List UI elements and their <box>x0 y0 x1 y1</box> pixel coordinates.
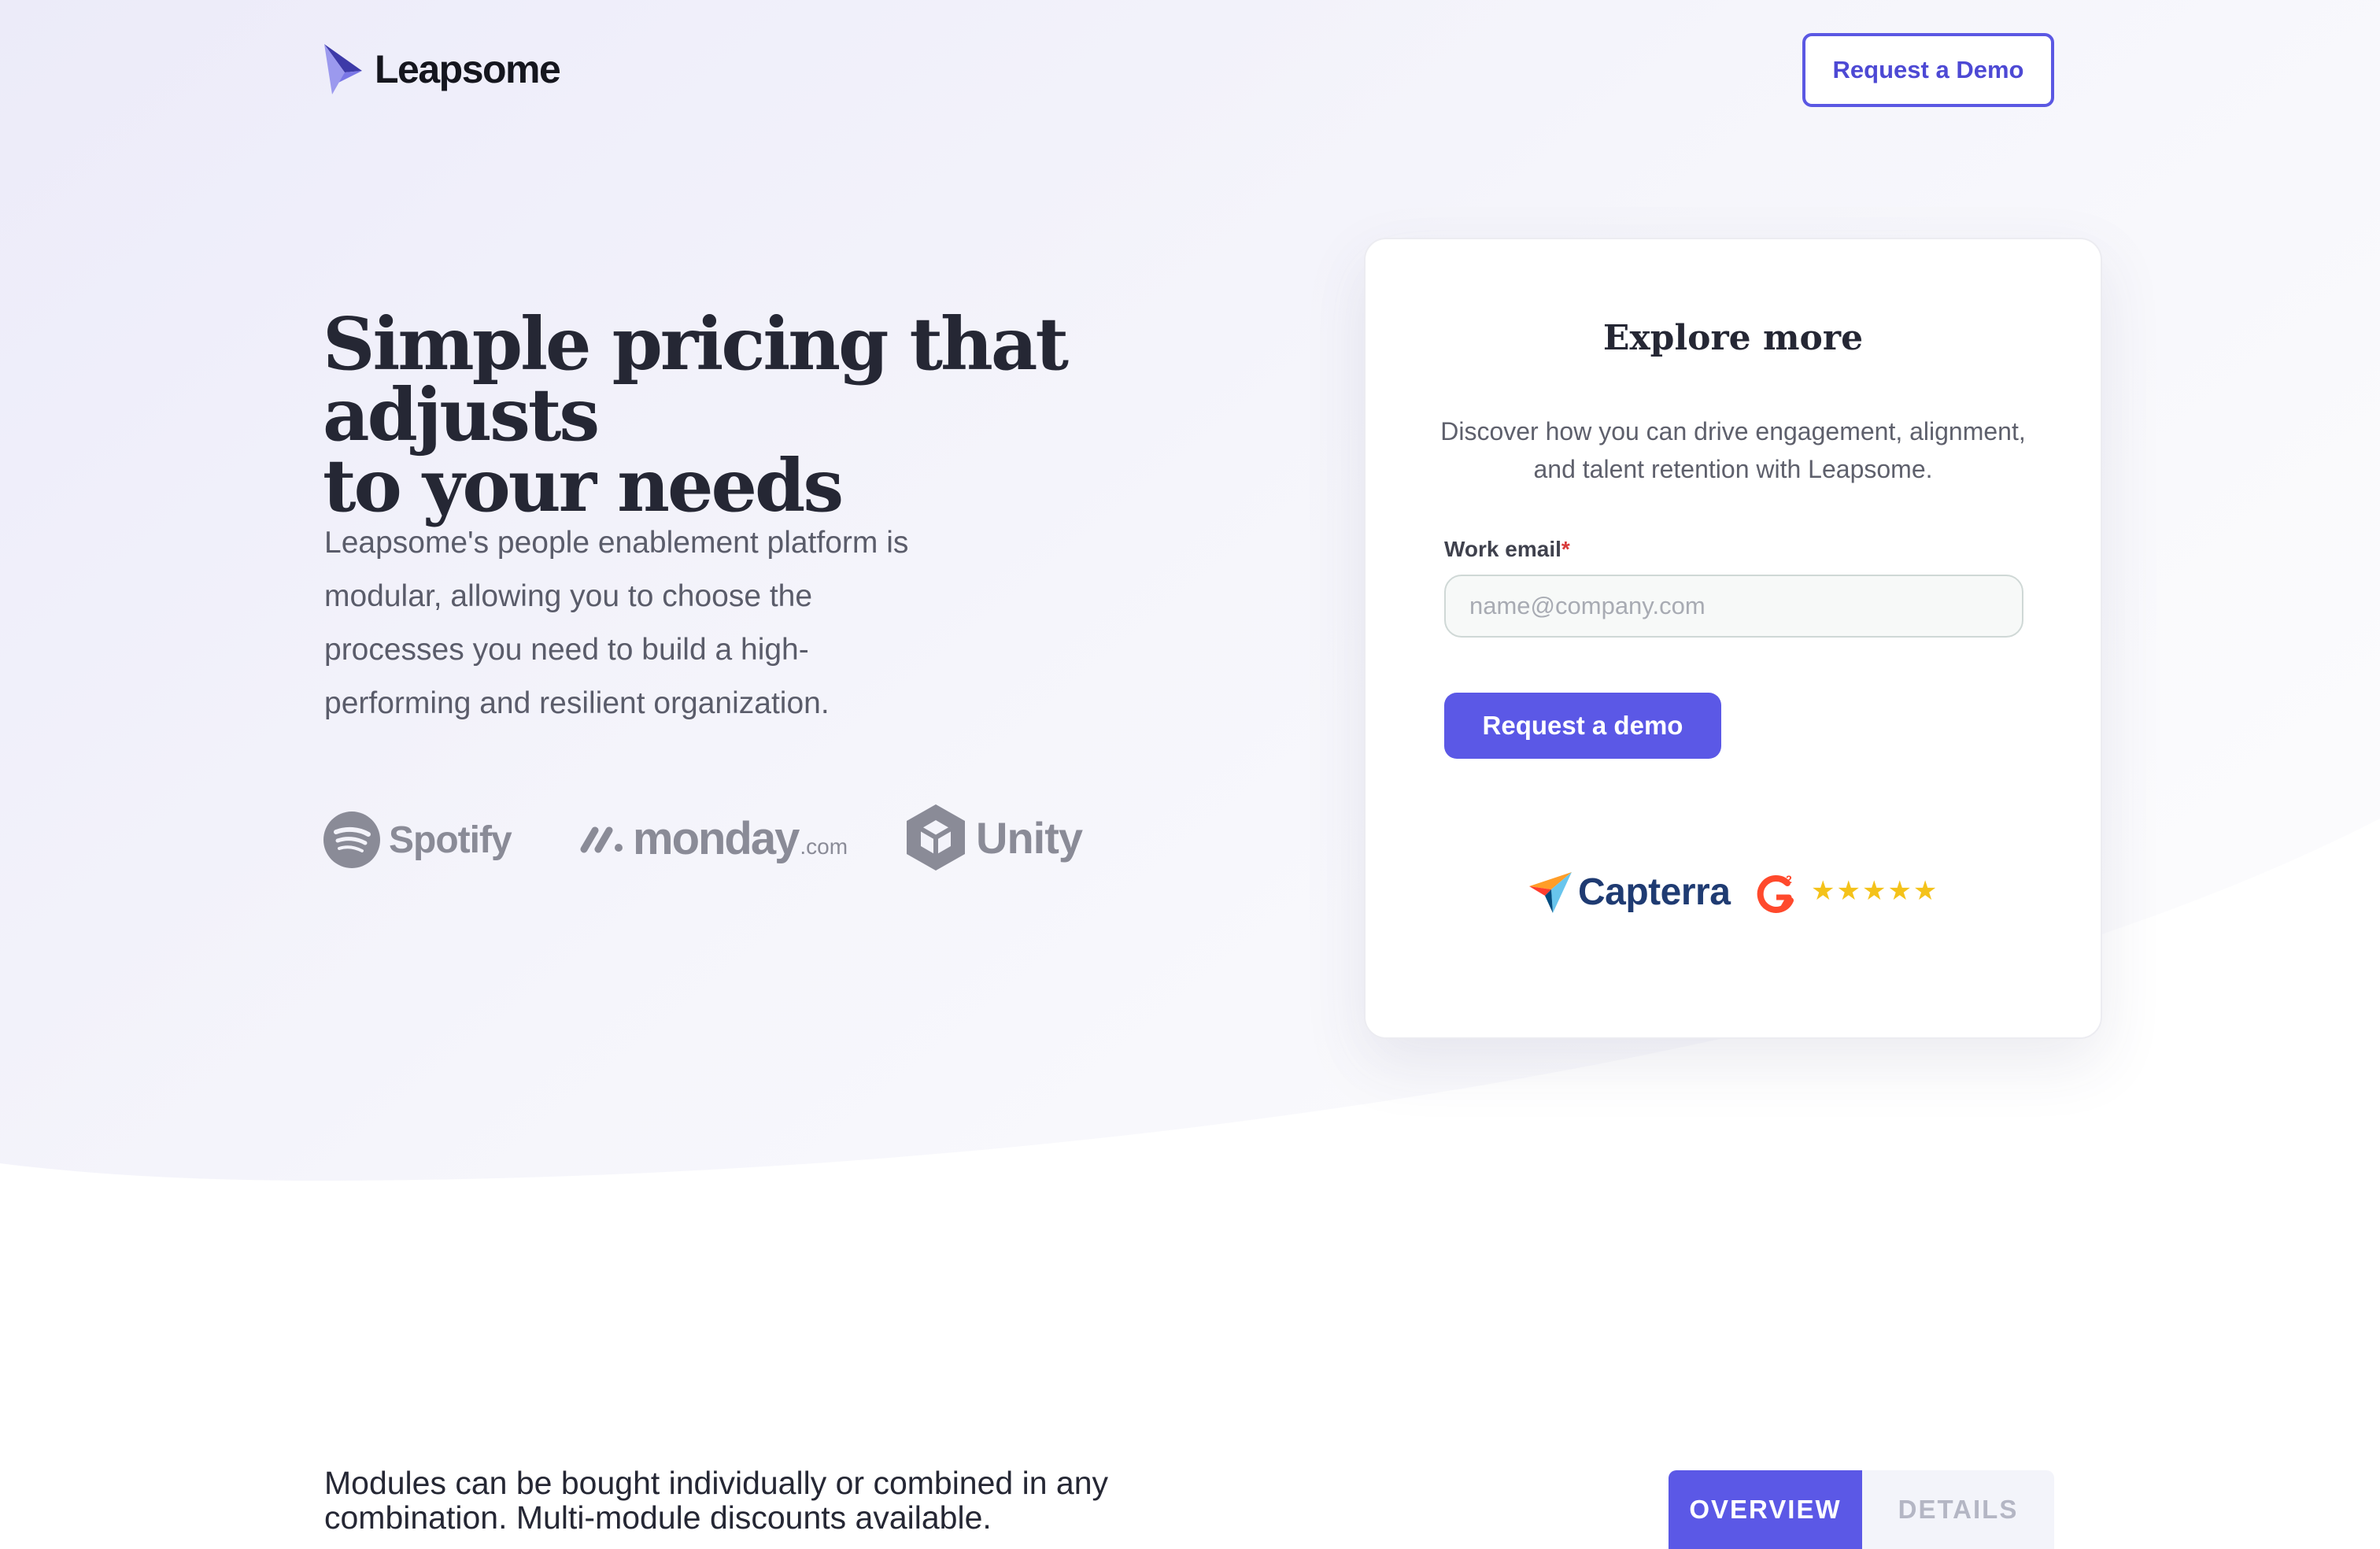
hero-subtitle: Leapsome's people enablement platform is… <box>324 526 909 720</box>
spotify-wordmark: Spotify <box>389 819 512 861</box>
pricing-tabs: OVERVIEW DETAILS <box>1669 1470 2054 1549</box>
spotify-logo-icon <box>323 811 380 868</box>
request-demo-header-button[interactable]: Request a Demo <box>1802 33 2054 107</box>
monday-logo-icon <box>580 826 623 853</box>
svg-text:2: 2 <box>1786 873 1792 885</box>
request-demo-submit-button[interactable]: Request a demo <box>1444 693 1721 759</box>
spotify-logo: Spotify <box>323 811 512 869</box>
page: Leapsome Request a Demo Simple pricing t… <box>0 0 2380 1549</box>
capterra-logo-icon <box>1529 872 1572 913</box>
brand-logo[interactable]: Leapsome <box>323 41 561 98</box>
tab-overview[interactable]: OVERVIEW <box>1669 1470 1862 1549</box>
work-email-label-text: Work email <box>1444 537 1561 561</box>
unity-logo: Unity <box>905 803 1083 872</box>
monday-logo: monday .com <box>579 812 848 865</box>
card-description: Discover how you can drive engagement, a… <box>1440 417 2026 483</box>
monday-com-suffix: .com <box>800 834 848 859</box>
tab-details[interactable]: DETAILS <box>1862 1470 2054 1549</box>
explore-more-card: Explore more Discover how you can drive … <box>1364 238 2102 1039</box>
work-email-input[interactable] <box>1444 575 2023 638</box>
hero-title: Simple pricing that adjusts to your need… <box>323 308 1188 522</box>
unity-wordmark: Unity <box>976 812 1083 863</box>
review-badges: Capterra 2 ★★★★★ <box>1366 869 2101 919</box>
brand-name: Leapsome <box>375 47 561 91</box>
capterra-badge: Capterra <box>1528 869 1731 915</box>
leapsome-logo-icon <box>324 44 362 94</box>
modules-description: Modules can be bought individually or co… <box>324 1465 1109 1536</box>
required-marker: * <box>1561 537 1570 561</box>
star-rating-icon: ★★★★★ <box>1811 876 1939 906</box>
unity-logo-icon <box>907 804 965 871</box>
card-title: Explore more <box>1602 318 1864 358</box>
hero-title-line-1: Simple pricing that adjusts <box>323 301 1069 457</box>
hero-title-line-2: to your needs <box>323 443 844 528</box>
capterra-wordmark: Capterra <box>1578 871 1731 913</box>
work-email-label: Work email* <box>1444 537 1570 562</box>
g2-logo-icon: 2 <box>1757 873 1794 913</box>
monday-wordmark: monday <box>633 813 800 864</box>
